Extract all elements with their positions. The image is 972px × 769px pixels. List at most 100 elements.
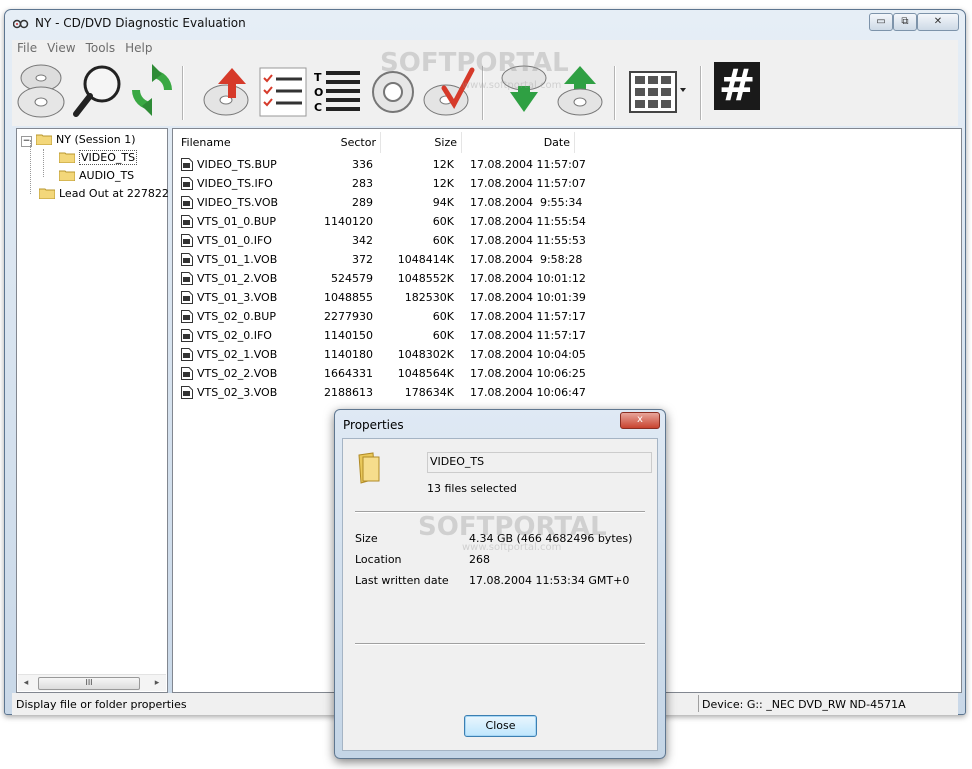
close-button[interactable]: Close [464, 715, 537, 737]
hash-icon[interactable]: # [714, 62, 760, 110]
disc-write-icon[interactable] [202, 62, 254, 120]
magnify-icon[interactable] [72, 62, 124, 120]
table-row[interactable]: VTS_02_0.IFO 1140150 60K 17.08.2004 11:57:1… [180, 326, 586, 345]
status-device: Device: G:: _NEC DVD_RW ND-4571A [702, 698, 906, 711]
table-row[interactable]: VTS_02_2.VOB 1664331 1048564K 17.08.2004 10… [180, 364, 586, 383]
tree-node-lead-out[interactable]: Lead Out at 227822 [39, 187, 169, 200]
date-value: 17.08.2004 11:53:34 GMT+0 [469, 574, 630, 587]
download-icon[interactable] [498, 62, 550, 120]
cell-sector: 524579 [331, 272, 373, 285]
cell-filename: VTS_01_2.VOB [197, 272, 278, 285]
size-value: 4.34 GB (466 4682496 bytes) [469, 532, 633, 545]
cell-date: 17.08.2004 11:57:07 [470, 177, 586, 190]
table-row[interactable]: VTS_02_0.BUP 2277930 60K 17.08.2004 11:57:1… [180, 307, 586, 326]
cell-sector: 1048855 [324, 291, 373, 304]
cell-sector: 1140120 [324, 215, 373, 228]
tree-label: Lead Out at 227822 [59, 187, 169, 200]
status-message: Display file or folder properties [16, 698, 187, 711]
column-header-size[interactable]: Size [381, 132, 462, 153]
cell-size: 1048564K [397, 367, 454, 380]
maximize-button[interactable]: ⧉ [893, 13, 917, 31]
table-row[interactable]: VTS_01_3.VOB 1048855 182530K 17.08.2004 10:… [180, 288, 586, 307]
view-grid-icon[interactable] [628, 62, 688, 120]
file-icon [181, 177, 193, 190]
toolbar-separator [182, 66, 184, 120]
column-header-filename[interactable]: Filename [173, 132, 332, 153]
cell-size: 1048302K [397, 348, 454, 361]
tree-horizontal-scrollbar[interactable]: ◂ III ▸ [18, 674, 166, 691]
cell-sector: 283 [352, 177, 373, 190]
dialog-title: Properties [343, 418, 404, 432]
folder-large-icon [358, 452, 380, 484]
cell-size: 1048552K [397, 272, 454, 285]
toolbar-separator [482, 66, 484, 120]
table-row[interactable]: VTS_02_3.VOB 2188613 178634K 17.08.2004 10:… [180, 383, 586, 402]
table-row[interactable]: VIDEO_TS.VOB 289 94K 17.08.2004 9:55:34 [180, 193, 583, 212]
toolbar-separator [614, 66, 616, 120]
cell-date: 17.08.2004 11:55:53 [470, 234, 586, 247]
menu-file[interactable]: File [12, 40, 42, 57]
table-row[interactable]: VIDEO_TS.IFO 283 12K 17.08.2004 11:57:07 [180, 174, 586, 193]
file-icon [181, 215, 193, 228]
cell-sector: 342 [352, 234, 373, 247]
scroll-thumb[interactable]: III [38, 677, 140, 690]
checklist-icon[interactable] [258, 62, 308, 120]
disc-check-icon[interactable] [422, 62, 476, 120]
toolbar-separator [700, 66, 702, 120]
cell-filename: VTS_02_3.VOB [197, 386, 278, 399]
location-value: 268 [469, 553, 490, 566]
window-title: NY - CD/DVD Diagnostic Evaluation [35, 16, 246, 30]
menu-tools[interactable]: Tools [81, 40, 121, 57]
tree-node-session[interactable]: − NY (Session 1) [21, 133, 136, 147]
cell-size: 60K [432, 329, 454, 342]
cell-date: 17.08.2004 9:55:34 [470, 196, 583, 209]
folder-name-field[interactable]: VIDEO_TS [427, 452, 652, 473]
cell-filename: VTS_02_2.VOB [197, 367, 278, 380]
table-row[interactable]: VTS_01_0.BUP 1140120 60K 17.08.2004 11:55:5… [180, 212, 586, 231]
table-row[interactable]: VTS_01_0.IFO 342 60K 17.08.2004 11:55:53 [180, 231, 586, 250]
table-row[interactable]: VTS_01_2.VOB 524579 1048552K 17.08.2004 10:… [180, 269, 586, 288]
toc-letter-o: O [314, 86, 324, 99]
file-icon [181, 272, 193, 285]
folder-icon [39, 188, 55, 199]
table-row[interactable]: VTS_02_1.VOB 1140180 1048302K 17.08.2004 10… [180, 345, 586, 364]
column-header-sector[interactable]: Sector [324, 132, 381, 153]
scroll-right-icon[interactable]: ▸ [150, 676, 164, 690]
close-window-button[interactable]: ✕ [917, 13, 959, 31]
menu-help[interactable]: Help [120, 40, 157, 57]
upload-icon[interactable] [554, 62, 606, 120]
lifebuoy-icon[interactable] [368, 62, 418, 120]
divider [355, 643, 645, 645]
column-header-date[interactable]: Date [462, 132, 575, 153]
scroll-left-icon[interactable]: ◂ [19, 676, 33, 690]
table-row[interactable]: VTS_01_1.VOB 372 1048414K 17.08.2004 9:58:2… [180, 250, 582, 269]
tree-node-video-ts[interactable]: VIDEO_TS [59, 150, 138, 165]
table-row[interactable]: VIDEO_TS.BUP 336 12K 17.08.2004 11:57:07 [180, 155, 586, 174]
divider [355, 511, 645, 513]
file-icon [181, 158, 193, 171]
size-label: Size [355, 532, 378, 545]
file-icon [181, 310, 193, 323]
refresh-icon[interactable] [128, 62, 176, 120]
cell-size: 12K [432, 158, 454, 171]
toc-lines-icon [326, 71, 360, 111]
disc-stack-icon[interactable] [16, 62, 66, 120]
tree-line [43, 149, 45, 177]
cell-sector: 372 [352, 253, 373, 266]
menu-view[interactable]: View [42, 40, 80, 57]
tree-node-audio-ts[interactable]: AUDIO_TS [59, 169, 134, 182]
file-icon [181, 234, 193, 247]
folder-icon [59, 170, 75, 181]
cell-date: 17.08.2004 10:01:12 [470, 272, 586, 285]
tree-expander-icon[interactable]: − [21, 136, 32, 147]
dialog-close-icon[interactable]: x [620, 412, 660, 429]
toc-icon[interactable]: T O C [312, 62, 362, 120]
title-bar[interactable]: NY - CD/DVD Diagnostic Evaluation ▭ ⧉ ✕ [5, 10, 965, 38]
date-label: Last written date [355, 574, 449, 587]
cell-filename: VTS_01_3.VOB [197, 291, 278, 304]
cell-date: 17.08.2004 10:01:39 [470, 291, 586, 304]
cell-sector: 2188613 [324, 386, 373, 399]
cell-sector: 1140180 [324, 348, 373, 361]
toc-letter-t: T [314, 71, 322, 84]
minimize-button[interactable]: ▭ [869, 13, 893, 31]
